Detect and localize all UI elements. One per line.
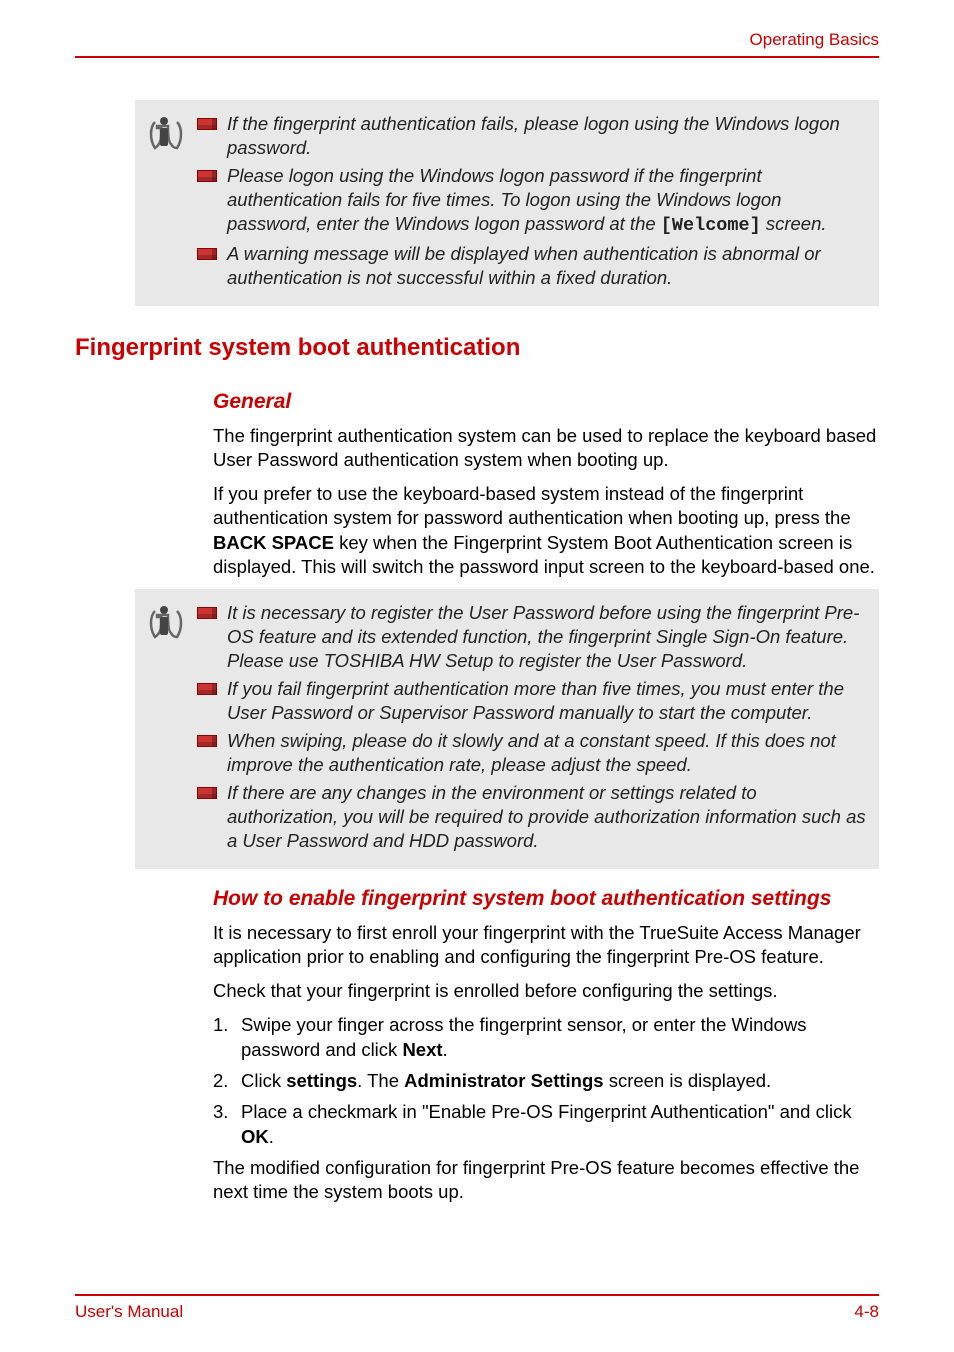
paragraph: If you prefer to use the keyboard-based …	[213, 482, 879, 578]
section-heading: Fingerprint system boot authentication	[75, 334, 879, 362]
subsection-heading: How to enable fingerprint system boot au…	[213, 887, 879, 911]
info-icon	[147, 112, 197, 294]
bullet-icon	[197, 248, 217, 260]
note-box-1: If the fingerprint authentication fails,…	[135, 100, 879, 306]
step-text: Swipe your finger across the fingerprint…	[241, 1013, 879, 1063]
steps-list: 1. Swipe your finger across the fingerpr…	[213, 1013, 879, 1150]
step-text: Click settings. The Administrator Settin…	[241, 1069, 879, 1094]
bullet-icon	[197, 607, 217, 619]
bullet-icon	[197, 787, 217, 799]
note-text: If there are any changes in the environm…	[227, 781, 867, 853]
paragraph: It is necessary to first enroll your fin…	[213, 921, 879, 969]
bullet-icon	[197, 170, 217, 182]
page-footer: User's Manual 4-8	[75, 1294, 879, 1322]
note-text: If the fingerprint authentication fails,…	[227, 112, 867, 160]
paragraph: The fingerprint authentication system ca…	[213, 424, 879, 472]
step-number: 3.	[213, 1100, 241, 1150]
note-text: It is necessary to register the User Pas…	[227, 601, 867, 673]
page-header: Operating Basics	[75, 30, 879, 58]
paragraph: Check that your fingerprint is enrolled …	[213, 979, 879, 1003]
footer-right: 4-8	[854, 1302, 879, 1322]
bullet-icon	[197, 118, 217, 130]
list-item: 3. Place a checkmark in "Enable Pre-OS F…	[213, 1100, 879, 1150]
note-box-2: It is necessary to register the User Pas…	[135, 589, 879, 869]
paragraph: The modified configuration for fingerpri…	[213, 1156, 879, 1204]
bullet-icon	[197, 683, 217, 695]
footer-left: User's Manual	[75, 1302, 183, 1322]
header-title: Operating Basics	[750, 30, 879, 49]
step-number: 1.	[213, 1013, 241, 1063]
step-number: 2.	[213, 1069, 241, 1094]
info-icon	[147, 601, 197, 857]
list-item: 1. Swipe your finger across the fingerpr…	[213, 1013, 879, 1063]
note-text: Please logon using the Windows logon pas…	[227, 164, 867, 238]
list-item: 2. Click settings. The Administrator Set…	[213, 1069, 879, 1094]
subsection-heading: General	[213, 390, 879, 414]
bullet-icon	[197, 735, 217, 747]
note-text: A warning message will be displayed when…	[227, 242, 867, 290]
note-text: If you fail fingerprint authentication m…	[227, 677, 867, 725]
step-text: Place a checkmark in "Enable Pre-OS Fing…	[241, 1100, 879, 1150]
note-text: When swiping, please do it slowly and at…	[227, 729, 867, 777]
